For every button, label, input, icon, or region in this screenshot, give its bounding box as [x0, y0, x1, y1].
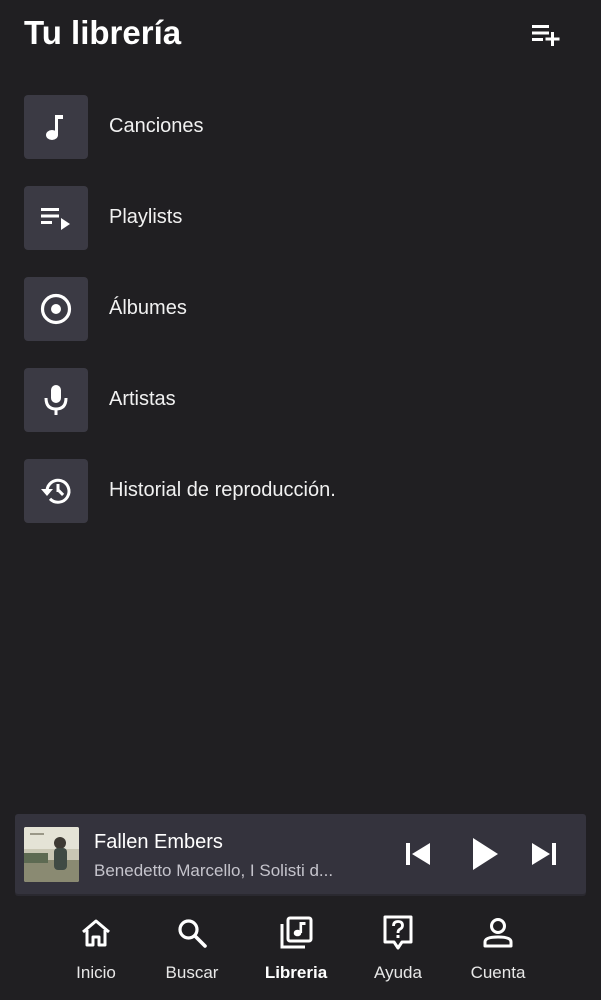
skip-next-icon: [532, 843, 556, 865]
account-icon: [483, 918, 513, 948]
menu-icon-tile: [24, 459, 88, 523]
history-icon: [41, 478, 71, 504]
microphone-icon: [44, 385, 68, 415]
nav-label: Ayuda: [374, 963, 422, 982]
next-button[interactable]: [527, 834, 561, 874]
menu-icon-tile: [24, 95, 88, 159]
track-title: Fallen Embers: [94, 831, 223, 853]
add-playlist-button[interactable]: [529, 18, 563, 50]
menu-icon-tile: [24, 186, 88, 250]
menu-item-playlists[interactable]: Playlists: [0, 186, 601, 250]
nav-item-cuenta[interactable]: Cuenta: [448, 914, 548, 986]
nav-item-ayuda[interactable]: Ayuda: [348, 914, 448, 986]
library-menu: Canciones Playlists Álbumes Artistas His…: [0, 95, 601, 550]
nav-label: Inicio: [76, 963, 116, 982]
home-icon: [82, 919, 110, 947]
header: Tu librería: [0, 0, 601, 70]
menu-icon-tile: [24, 277, 88, 341]
menu-label: Álbumes: [109, 297, 187, 319]
mini-player[interactable]: Fallen Embers Benedetto Marcello, I Soli…: [15, 814, 586, 894]
help-icon: [383, 915, 413, 950]
album-disc-icon: [40, 293, 72, 325]
menu-item-historial[interactable]: Historial de reproducción.: [0, 459, 601, 523]
nav-label: Cuenta: [470, 963, 526, 982]
nav-label: Buscar: [165, 963, 219, 982]
nav-label: Libreria: [264, 963, 328, 982]
menu-label: Canciones: [109, 115, 204, 137]
nav-item-inicio[interactable]: Inicio: [46, 914, 146, 986]
playlist-play-icon: [41, 208, 70, 230]
menu-icon-tile: [24, 368, 88, 432]
menu-label: Playlists: [109, 206, 183, 228]
menu-label: Artistas: [109, 388, 176, 410]
menu-item-artistas[interactable]: Artistas: [0, 368, 601, 432]
album-cover-thumbnail: [24, 827, 79, 882]
bottom-navigation: Inicio Buscar Libreria Ayuda Cuenta: [0, 900, 601, 1000]
search-icon: [178, 919, 207, 948]
page-title: Tu librería: [24, 14, 182, 51]
nav-item-libreria[interactable]: Libreria: [246, 914, 346, 986]
music-note-icon: [46, 115, 63, 140]
track-artist: Benedetto Marcello, I Solisti d...: [94, 861, 334, 880]
menu-item-canciones[interactable]: Canciones: [0, 95, 601, 159]
playlist-add-icon: [532, 25, 560, 46]
nav-item-buscar[interactable]: Buscar: [142, 914, 242, 986]
previous-button[interactable]: [401, 834, 435, 874]
library-music-icon: [280, 916, 313, 949]
play-button[interactable]: [467, 834, 503, 874]
menu-item-albumes[interactable]: Álbumes: [0, 277, 601, 341]
skip-previous-icon: [406, 843, 430, 865]
play-icon: [473, 838, 498, 870]
menu-label: Historial de reproducción.: [109, 479, 336, 501]
